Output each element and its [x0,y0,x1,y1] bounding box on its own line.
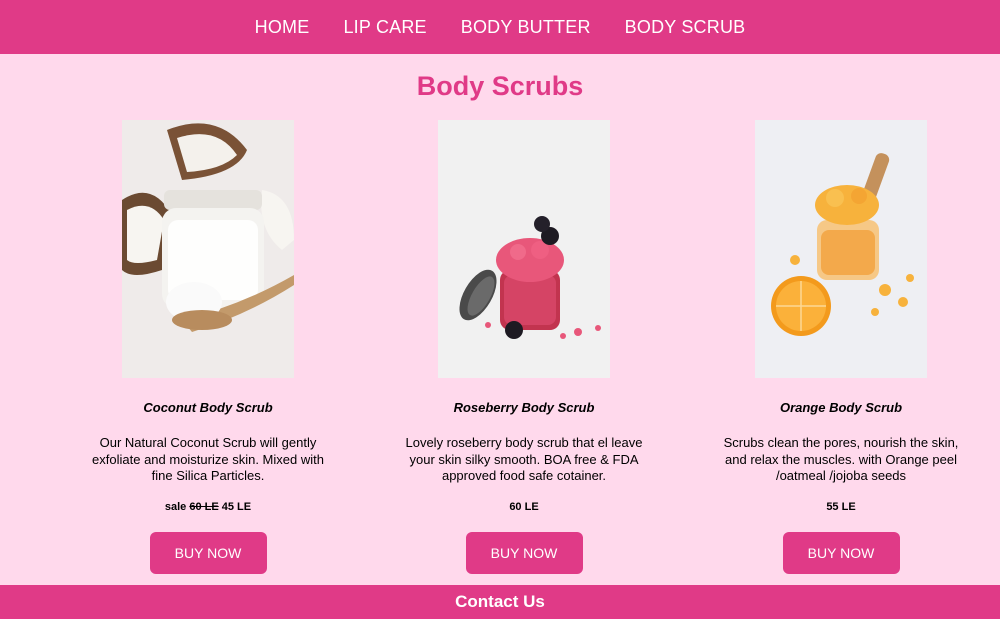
top-navigation: HOME LIP CARE BODY BUTTER BODY SCRUB [0,0,1000,54]
product-name: Coconut Body Scrub [143,400,273,415]
product-description: Our Natural Coconut Scrub will gently ex… [92,435,324,483]
product-price: 60 LE [384,501,664,513]
current-price: 45 LE [221,501,252,513]
product-price: sale 60 LE 45 LE [68,501,348,513]
nav-home[interactable]: HOME [255,17,310,38]
coconut-scrub-photo [122,120,294,378]
buy-now-button[interactable]: BUY NOW [782,532,900,574]
orange-scrub-photo [755,120,927,378]
page-title: Body Scrubs [416,71,584,101]
buy-now-button[interactable]: BUY NOW [149,532,267,574]
product-card-orange: Orange Body Scrub Scrubs clean the pores… [701,120,981,574]
product-description: Lovely roseberry body scrub that el leav… [405,435,643,483]
buy-now-button[interactable]: BUY NOW [465,532,583,574]
product-name: Orange Body Scrub [779,400,903,415]
product-price: 55 LE [701,501,981,513]
product-card-roseberry: Roseberry Body Scrub Lovely roseberry bo… [384,120,664,574]
current-price: 55 LE [826,501,856,513]
nav-body-scrub[interactable]: BODY SCRUB [625,17,746,38]
contact-us-footer[interactable]: Contact Us [0,585,1000,619]
product-name: Roseberry Body Scrub [453,400,595,415]
sale-label: sale [164,501,187,513]
product-card-coconut: Coconut Body Scrub Our Natural Coconut S… [68,120,348,574]
old-price: 60 LE [189,501,219,513]
current-price: 60 LE [509,501,539,513]
roseberry-scrub-photo [438,120,610,378]
product-description: Scrubs clean the pores, nourish the skin… [723,435,959,483]
nav-lip-care[interactable]: LIP CARE [343,17,426,38]
nav-body-butter[interactable]: BODY BUTTER [461,17,591,38]
